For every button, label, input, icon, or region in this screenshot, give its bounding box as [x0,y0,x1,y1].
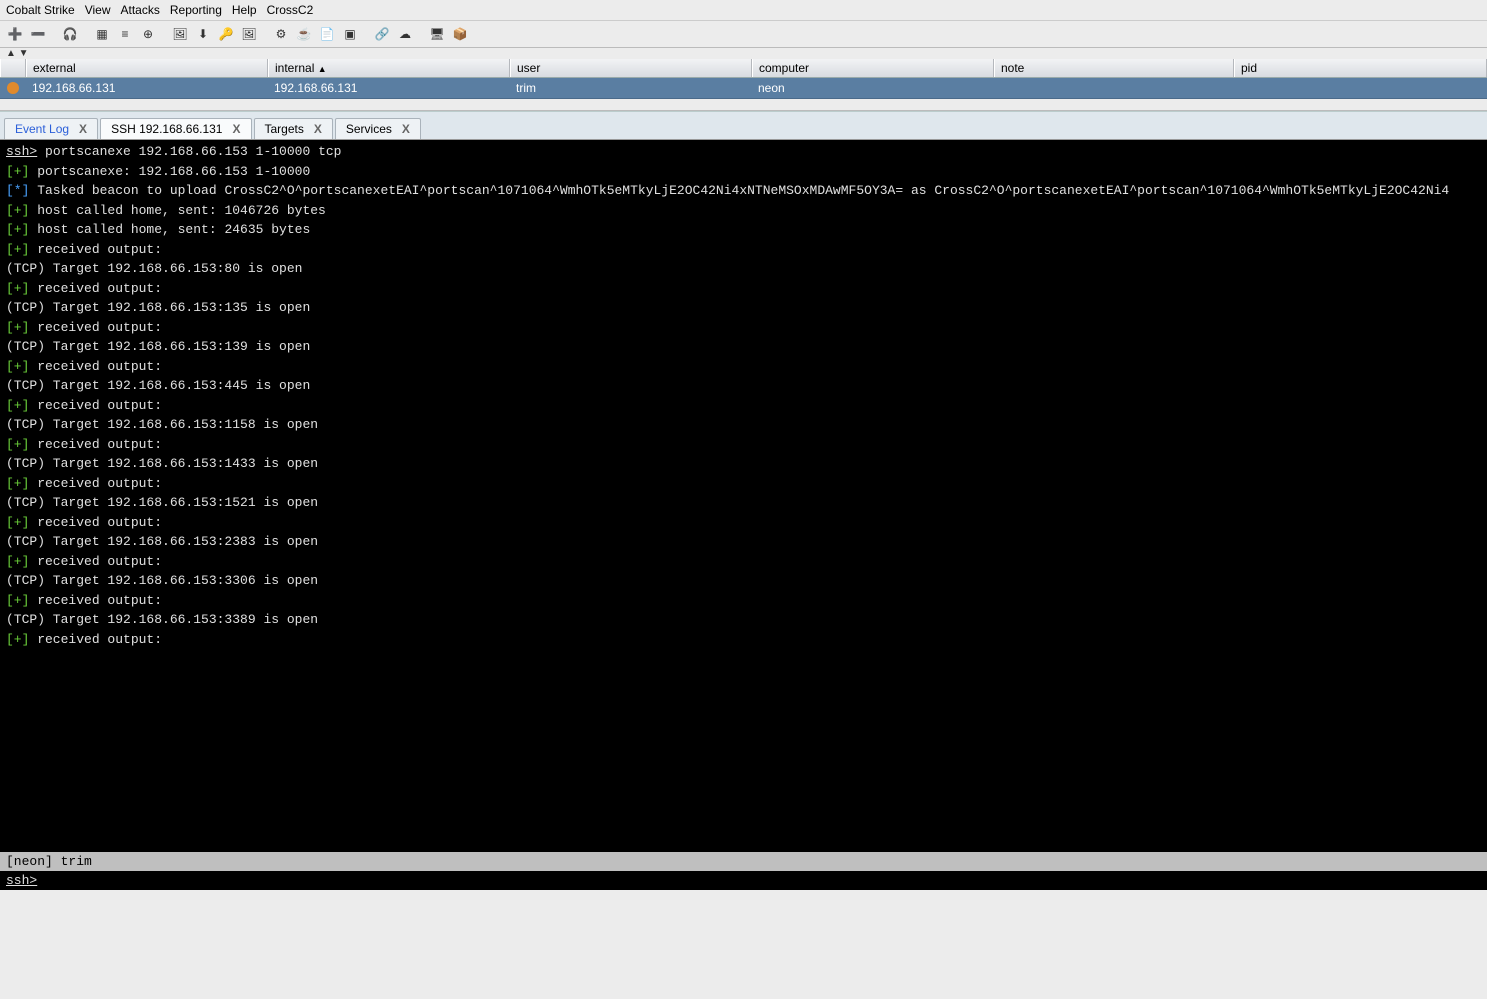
tab-label: Targets [265,122,304,136]
picture-icon[interactable]: 🖼 [240,25,258,43]
cell-internal: 192.168.66.131 [268,78,510,98]
col-internal[interactable]: internal ▲ [268,59,510,77]
menu-bar: Cobalt Strike View Attacks Reporting Hel… [0,0,1487,21]
tab-label: SSH 192.168.66.131 [111,122,222,136]
cloud-icon[interactable]: ☁ [396,25,414,43]
cell-computer: neon [752,78,994,98]
screen-icon[interactable]: 🖥 [428,25,446,43]
cup-icon[interactable]: ☕ [295,25,313,43]
image-icon[interactable]: 🖼 [171,25,189,43]
document-icon[interactable]: 📄 [318,25,336,43]
tab[interactable]: SSH 192.168.66.131 X [100,118,251,139]
console-tabs: Event LogXSSH 192.168.66.131XTargetsXSer… [0,111,1487,140]
list-icon[interactable]: ≡ [116,25,134,43]
console-input[interactable]: ssh> [0,871,1487,890]
download-icon[interactable]: ⬇ [194,25,212,43]
col-note[interactable]: note [994,59,1234,77]
crosshair-icon[interactable]: ⊕ [139,25,157,43]
tab-label: Event Log [15,122,69,136]
cube-icon[interactable]: 📦 [451,25,469,43]
headphones-icon[interactable]: 🎧 [61,25,79,43]
beacon-row[interactable]: 192.168.66.131 192.168.66.131 trim neon [0,78,1487,99]
col-icon[interactable] [0,59,26,77]
console-prompt: ssh> [6,873,37,888]
terminal-icon[interactable]: ▣ [341,25,359,43]
tab[interactable]: Services X [335,118,421,139]
beacon-table-header: external internal ▲ user computer note p… [0,59,1487,78]
col-computer[interactable]: computer [752,59,994,77]
menu-item[interactable]: Cobalt Strike [6,3,75,17]
menu-item[interactable]: Attacks [121,3,160,17]
tab-label: Services [346,122,392,136]
beacon-os-icon [0,78,26,98]
toolbar: ➕ ➖ 🎧 ▦ ≡ ⊕ 🖼 ⬇ 🔑 🖼 ⚙ ☕ 📄 ▣ 🔗 ☁ 🖥 📦 [0,21,1487,48]
tab[interactable]: Event Log X [4,118,98,139]
cell-user: trim [510,78,752,98]
col-pid[interactable]: pid [1234,59,1487,77]
menu-item[interactable]: CrossC2 [267,3,314,17]
plus-icon[interactable]: ➕ [6,25,24,43]
close-icon[interactable]: X [314,122,322,136]
sort-indicator-icon: ▲ [318,64,327,74]
cell-note [994,78,1234,98]
key-icon[interactable]: 🔑 [217,25,235,43]
minus-icon[interactable]: ➖ [29,25,47,43]
col-user[interactable]: user [510,59,752,77]
col-external[interactable]: external [26,59,268,77]
close-icon[interactable]: X [79,122,87,136]
cell-external: 192.168.66.131 [26,78,268,98]
close-icon[interactable]: X [402,122,410,136]
cell-pid [1234,78,1487,98]
splitter[interactable] [0,99,1487,111]
grid-icon[interactable]: ▦ [93,25,111,43]
close-icon[interactable]: X [232,122,240,136]
console-output: ssh> portscanexe 192.168.66.153 1-10000 … [0,140,1487,852]
gear-icon[interactable]: ⚙ [272,25,290,43]
menu-item[interactable]: View [85,3,111,17]
col-internal-label: internal [275,61,314,75]
link-icon[interactable]: 🔗 [373,25,391,43]
beacon-status-line: [neon] trim [0,852,1487,871]
menu-item[interactable]: Reporting [170,3,222,17]
split-control[interactable]: ▲ ▼ [0,48,1487,59]
menu-item[interactable]: Help [232,3,257,17]
tab[interactable]: Targets X [254,118,333,139]
